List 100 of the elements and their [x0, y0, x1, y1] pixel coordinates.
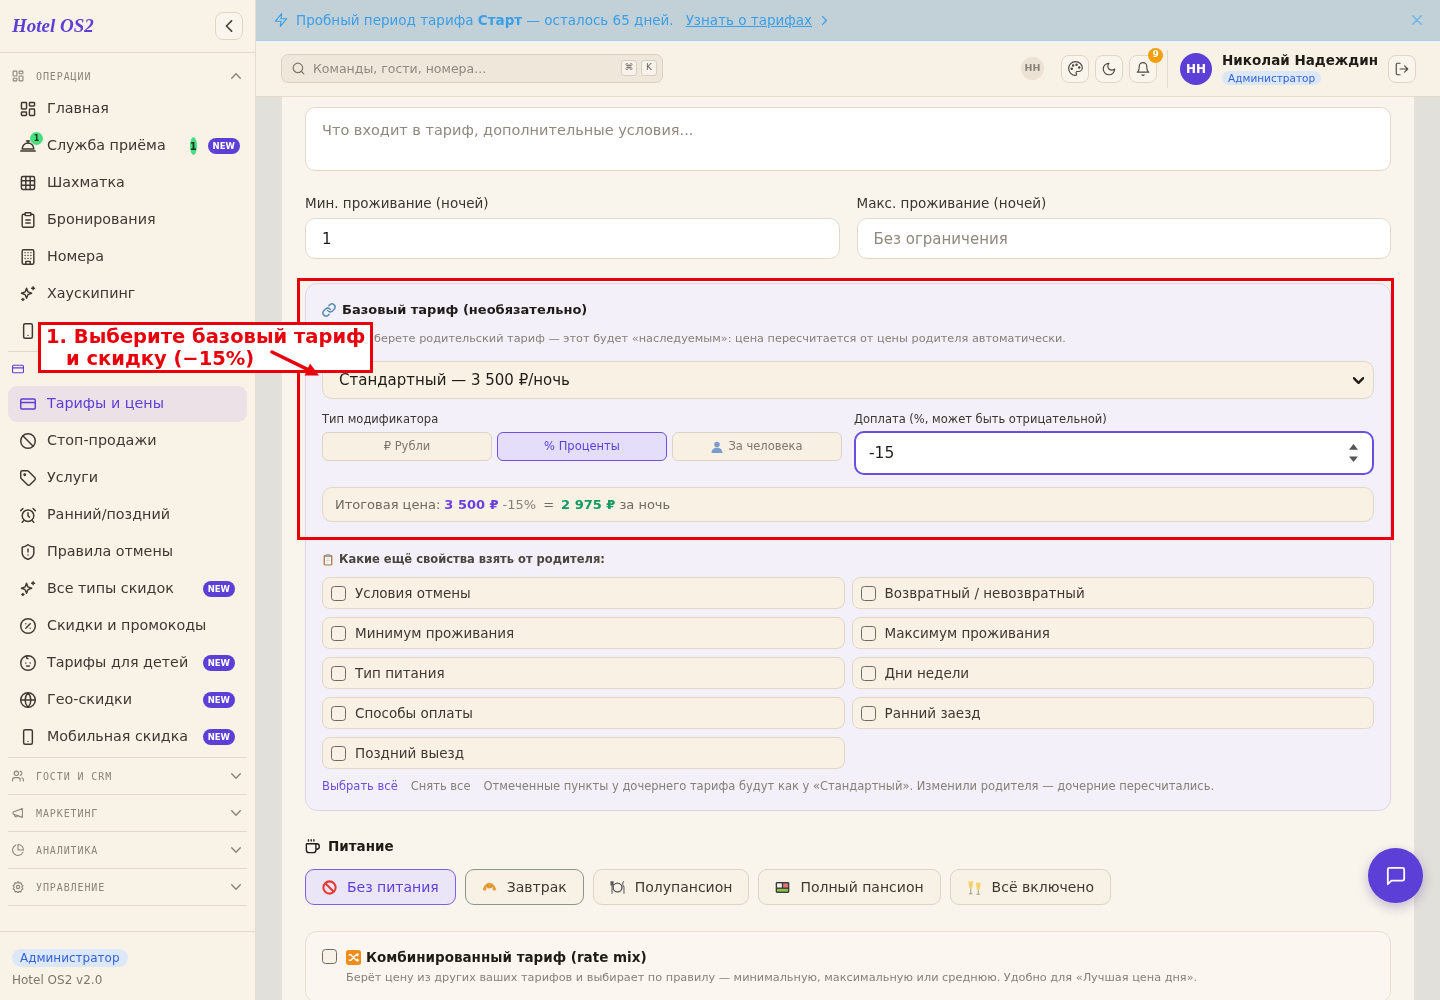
sidebar-item[interactable]: Скидки и промокоды [8, 608, 247, 644]
nav-group-header[interactable]: АНАЛИТИКА [8, 832, 247, 868]
bell-icon [1136, 61, 1151, 76]
checkbox[interactable] [860, 705, 876, 721]
search-icon [292, 62, 305, 75]
hint-text: Отмеченные пункты у дочернего тарифа будут как у «Стандартный». Изменили родителя — дочерние пересчитались. [483, 779, 1215, 794]
nav-group-header[interactable]: ОПЕРАЦИИ [8, 62, 247, 90]
pie-chart-icon [12, 844, 24, 856]
clipboard-icon [322, 554, 334, 566]
sidebar-item[interactable]: Правила отмены [8, 534, 247, 570]
sidebar-item[interactable]: Услуги [8, 460, 247, 496]
sidebar-item[interactable]: Номера [8, 239, 247, 275]
sidebar-item[interactable]: 1 Служба приёма 1 NEW [8, 128, 247, 164]
clear-all-link[interactable]: Снять все [410, 779, 471, 794]
inherit-option[interactable]: Тип питания [322, 657, 845, 689]
field-label: Доплата (%, может быть отрицательной) [854, 412, 1108, 427]
avatar: НН [1180, 52, 1213, 85]
clipboard-icon [20, 212, 36, 228]
palette-icon [1067, 61, 1083, 76]
dashboard-icon [20, 101, 36, 117]
logout-button[interactable] [1388, 54, 1416, 83]
theme-button[interactable] [1061, 54, 1090, 83]
sidebar-item[interactable]: Бронирования [8, 202, 247, 238]
result-price-text: Итоговая цена: 3 500 ₽ -15% = 2 975 ₽ за ночь [322, 487, 1374, 522]
chevron-right-icon [820, 15, 830, 25]
section-title: Базовый тариф (необязательно) [342, 301, 588, 320]
card-icon [20, 396, 36, 412]
field-label: Макс. проживание (ночей) [856, 195, 1048, 212]
sidebar-item[interactable]: Шахматка [8, 165, 247, 201]
checkbox[interactable] [331, 585, 346, 601]
smiley-icon [20, 655, 36, 671]
checkbox[interactable] [860, 665, 876, 681]
bento-box-icon [775, 879, 791, 895]
shield-icon [20, 544, 36, 560]
section-description: берете родительский тариф — этот будет «наследуемым»: цена пересчитается от цены родителя автоматически. [374, 332, 1067, 346]
parent-rate-select[interactable]: Стандартный — 3 500 ₽/ночь [322, 361, 1374, 399]
sidebar-item[interactable]: Тарифы для детей NEW [8, 645, 247, 681]
sidebar-item[interactable]: Ранний/поздний [8, 497, 247, 533]
phone-icon [20, 729, 36, 745]
meal-option[interactable]: Без питания [305, 869, 456, 905]
surcharge-field[interactable]: -15 [854, 431, 1374, 475]
field-label: Тип модификатора [322, 412, 440, 427]
chat-icon [1385, 865, 1406, 886]
building-icon [20, 249, 36, 265]
inherit-option[interactable]: Условия отмены [322, 577, 845, 609]
nav-group-header[interactable]: УПРАВЛЕНИЕ [8, 869, 247, 905]
inherit-option[interactable]: Дни недели [851, 657, 1374, 689]
meal-option[interactable]: Всё включено [949, 869, 1112, 905]
checkbox[interactable] [331, 625, 346, 641]
nav-group-header[interactable]: МАРКЕТИНГ [8, 795, 247, 831]
inherit-option[interactable]: Возвратный / невозвратный [851, 577, 1374, 609]
sidebar-item[interactable]: Все типы скидок NEW [8, 571, 247, 607]
number-field[interactable]: 1 [305, 218, 840, 259]
logo-text: Hotel OS2 [12, 15, 94, 37]
inherit-option[interactable]: Максимум проживания [851, 617, 1374, 649]
nav-group-header[interactable]: ГОСТИ И CRM [8, 758, 247, 794]
checkbox[interactable] [860, 625, 876, 641]
modifier-option[interactable]: % Проценты [497, 432, 667, 461]
checkbox[interactable] [860, 585, 876, 601]
checkbox[interactable] [331, 705, 346, 721]
dark-mode-button[interactable] [1095, 54, 1124, 83]
collapse-sidebar-button[interactable] [215, 12, 243, 40]
checkbox[interactable] [322, 949, 337, 964]
sidebar-item[interactable]: Главная [8, 91, 247, 127]
tag-icon [20, 470, 36, 486]
inherit-option[interactable]: Поздний выезд [322, 737, 845, 769]
sidebar-item[interactable]: Хаускипинг [8, 276, 247, 312]
meal-option[interactable]: Полный пансион [758, 869, 941, 905]
moon-icon [1102, 61, 1117, 76]
inherit-option[interactable]: Минимум проживания [322, 617, 845, 649]
checkbox[interactable] [331, 745, 346, 761]
inherit-option[interactable]: Ранний заезд [851, 697, 1374, 729]
annotation-arrow [270, 350, 320, 377]
checkbox[interactable] [331, 665, 346, 681]
prohibited-icon [322, 879, 337, 895]
settings-icon [12, 881, 24, 893]
close-icon [1412, 15, 1422, 25]
modifier-option[interactable]: За человека [672, 432, 842, 461]
number-field[interactable]: Без ограничения [856, 218, 1391, 259]
section-title: Питание [328, 836, 394, 856]
meal-option[interactable]: Полупансион [592, 869, 750, 905]
meal-option[interactable]: Завтрак [464, 869, 584, 905]
logout-icon [1395, 61, 1409, 76]
notes-field[interactable]: Что входит в тариф, дополнительные условия... [305, 107, 1391, 171]
person-icon [711, 440, 724, 453]
sidebar-item[interactable]: Тарифы и цены [8, 386, 247, 422]
modifier-option[interactable]: ₽ Рубли [322, 432, 492, 461]
notification-count: 9 [1148, 47, 1164, 63]
callout: 1. Выберите базовый тариф и скидку (−15%) [38, 322, 374, 373]
select-all-link[interactable]: Выбрать всё [322, 779, 398, 794]
user-name: Николай Надеждин [1222, 52, 1378, 69]
sidebar-item[interactable]: Мобильная скидка NEW [8, 719, 247, 755]
new-badge: NEW [202, 655, 235, 671]
role-badge: Администратор [12, 949, 128, 967]
dashboard-icon [12, 70, 24, 82]
sidebar-item[interactable]: Стоп-продажи [8, 423, 247, 459]
inherit-option[interactable]: Способы оплаты [322, 697, 845, 729]
shuffle-icon [346, 949, 361, 965]
chevron-left-icon [223, 20, 235, 32]
sidebar-item[interactable]: Гео-скидки NEW [8, 682, 247, 718]
